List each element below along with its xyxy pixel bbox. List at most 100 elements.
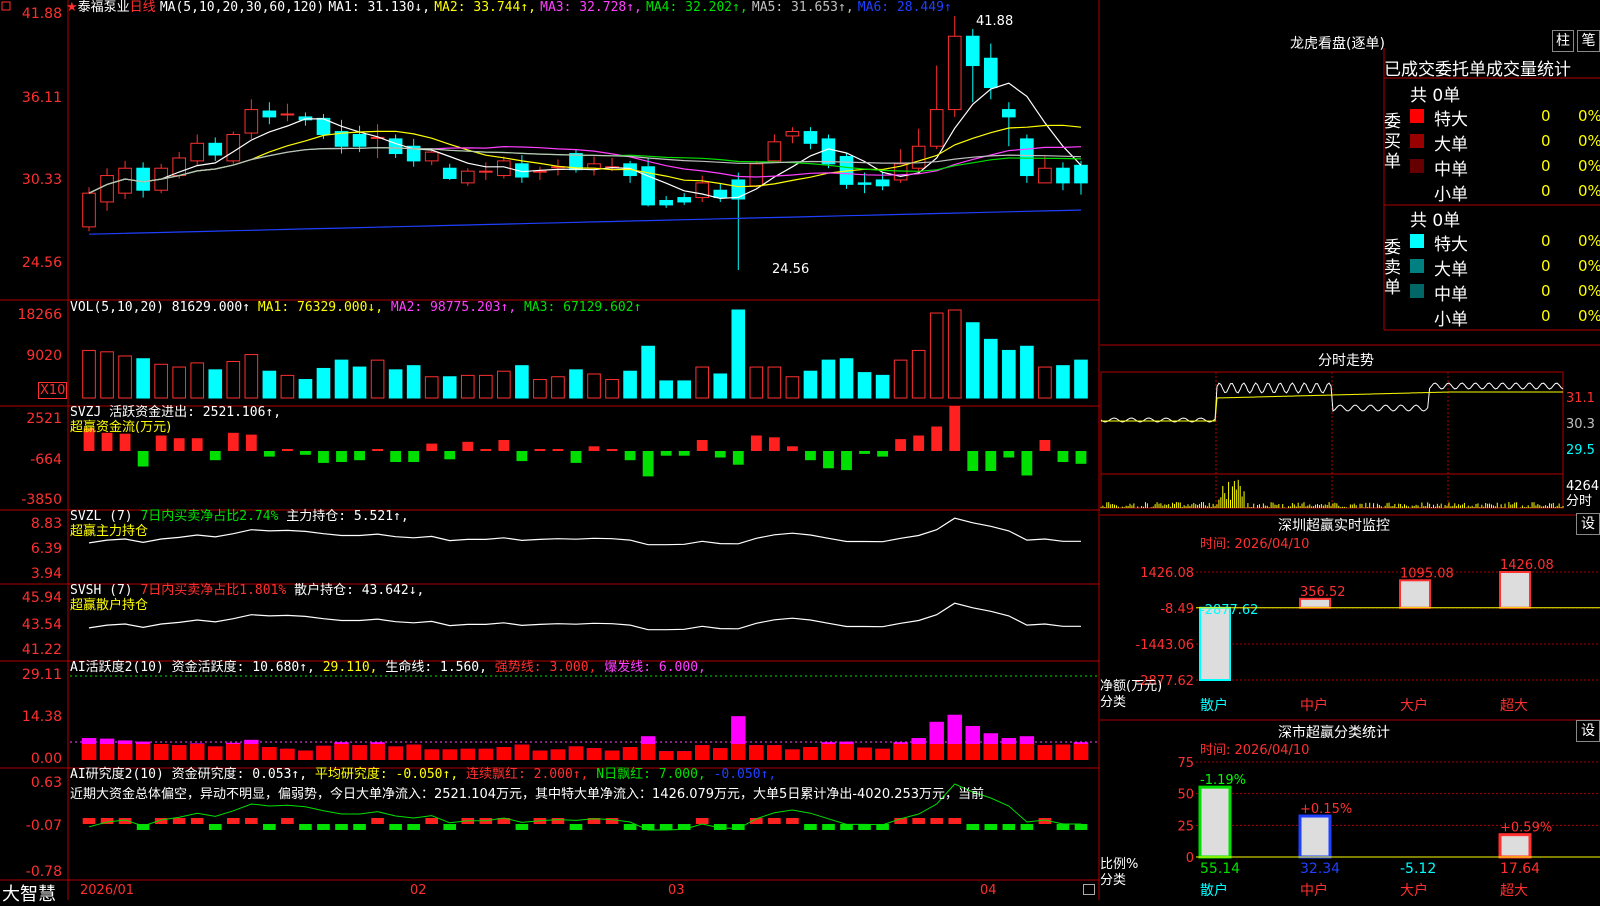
flow-bar	[1021, 451, 1032, 476]
volume-bar	[191, 363, 204, 398]
flow-bar	[192, 438, 203, 451]
flow-bar	[877, 451, 888, 457]
chart-canvas[interactable]: 1426.08-8.49-1443.06-2877.62-2877.62散户35…	[0, 0, 1600, 900]
sz-y-tick: -1443.06	[1136, 638, 1194, 653]
volume-bar	[119, 356, 132, 398]
flow-bar	[120, 434, 131, 451]
volume-bar	[714, 374, 727, 398]
flow-bar	[571, 451, 582, 463]
svzl-ratio: 7日内买卖净占比2.74%	[140, 509, 278, 524]
sell-pct-2: 0%	[1578, 282, 1600, 300]
sz-bar	[1400, 580, 1430, 607]
flow-bar	[498, 440, 509, 451]
candle-body	[750, 164, 763, 186]
activity-base-bar	[893, 744, 907, 760]
activity-base-bar	[316, 746, 330, 760]
activity-base-bar	[479, 749, 493, 760]
volume-bar	[425, 377, 438, 398]
candle-body	[479, 171, 492, 172]
flow-bar	[390, 451, 401, 462]
candle-body	[948, 36, 961, 109]
y-tick-ai2-2: -0.78	[0, 864, 62, 880]
ai2-v2: 平均研究度: -0.050↑,	[315, 767, 458, 782]
stock-name[interactable]: 泰福泵业	[78, 0, 130, 15]
cls-bar	[1300, 816, 1330, 857]
vol-ma3: MA3: 67129.602↑	[524, 300, 641, 315]
research-bar	[804, 824, 817, 830]
flow-bar	[643, 451, 654, 476]
research-bar	[209, 824, 222, 830]
y-tick-svsh-1: 43.54	[0, 617, 62, 633]
activity-base-bar	[623, 747, 637, 760]
activity-base-bar	[1074, 744, 1088, 760]
svsh-header: SVSH (7) 7日内买卖净占比1.801% 散户持仓: 43.642↓,	[70, 583, 424, 598]
flow-bar	[895, 439, 906, 451]
volume-bar	[263, 371, 276, 398]
volume-bar	[1021, 346, 1034, 398]
intraday-vol-label: 分时	[1566, 494, 1592, 509]
ai2-commentary: 近期大资金总体偏空，异动不明显，偏弱势，今日大单净流入：2521.104万元，其…	[70, 787, 1096, 802]
sz-settings-button[interactable]: 设	[1576, 513, 1600, 535]
volume-bar	[83, 350, 96, 398]
cls-category-label: 散户	[1200, 882, 1228, 899]
ai1-header: AI活跃度2(10) 资金活跃度: 10.680↑, 29.110, 生命线: …	[70, 660, 706, 675]
flow-bar	[246, 435, 257, 451]
ma-line	[89, 210, 1081, 234]
cls-stats-title: 深市超赢分类统计	[1278, 722, 1390, 742]
sell-color-1	[1410, 259, 1424, 273]
research-bar	[912, 818, 925, 824]
bar-view-button[interactable]: 柱	[1552, 30, 1574, 52]
sz-monitor-title: 深圳超赢实时监控	[1278, 515, 1390, 535]
buy-color-1	[1410, 134, 1424, 148]
research-bar	[642, 824, 655, 830]
candle-body	[461, 171, 474, 183]
stats-tab-label[interactable]: 已成交委托单成交量统计	[1384, 55, 1571, 80]
flow-bar	[444, 451, 455, 459]
flow-bar	[769, 437, 780, 451]
lock-icon[interactable]	[1083, 884, 1095, 895]
activity-base-bar	[948, 744, 962, 760]
candle-body	[227, 134, 240, 160]
y-tick-main-2: 30.33	[0, 172, 62, 188]
activity-base-bar	[875, 749, 889, 760]
ai2-v3: 连续飘红: 2.000↑,	[466, 767, 588, 782]
buy-label-0: 特大	[1434, 105, 1468, 130]
research-bar	[768, 818, 781, 824]
period-label[interactable]: 日线	[130, 0, 156, 15]
flow-bar	[354, 451, 365, 460]
research-bar	[227, 818, 240, 824]
cls-settings-button[interactable]: 设	[1576, 720, 1600, 742]
flow-bar	[156, 436, 167, 452]
intraday-price-1: 30.3	[1566, 417, 1595, 432]
research-bar	[1003, 824, 1016, 830]
flow-bar	[751, 436, 762, 452]
ma3-value: MA3: 32.728↑,	[540, 0, 642, 15]
candle-body	[83, 193, 96, 227]
ma5-value: MA5: 31.653↑,	[752, 0, 854, 15]
flow-bar	[174, 438, 185, 451]
lhb-title: 龙虎看盘(逐单)	[1290, 33, 1385, 53]
volume-bar	[606, 380, 619, 398]
volume-bar	[750, 367, 763, 398]
y-tick-ai1-1: 14.38	[0, 709, 62, 725]
volume-bar	[840, 359, 853, 398]
cls-unit: 比例%	[1100, 857, 1138, 872]
volume-bar	[371, 360, 384, 398]
cls-bar-change: +0.15%	[1300, 802, 1352, 817]
volume-bar	[317, 368, 330, 398]
activity-base-bar	[587, 748, 601, 760]
tick-view-button[interactable]: 笔	[1577, 30, 1600, 52]
cls-bar-value: -5.12	[1400, 861, 1436, 877]
candle-body	[353, 134, 366, 146]
sz-axis-name: 分类	[1100, 695, 1126, 710]
flow-bar	[516, 451, 527, 461]
y-tick-ai2-1: -0.07	[0, 818, 62, 834]
research-bar	[966, 824, 979, 830]
sell-label-0: 特大	[1434, 230, 1468, 255]
flow-bar	[480, 449, 491, 451]
activity-base-bar	[424, 749, 438, 760]
y-tick-svzj-0: 2521	[0, 411, 62, 427]
activity-base-bar	[839, 744, 853, 760]
activity-base-bar	[334, 744, 348, 760]
volume-bar	[552, 377, 565, 398]
